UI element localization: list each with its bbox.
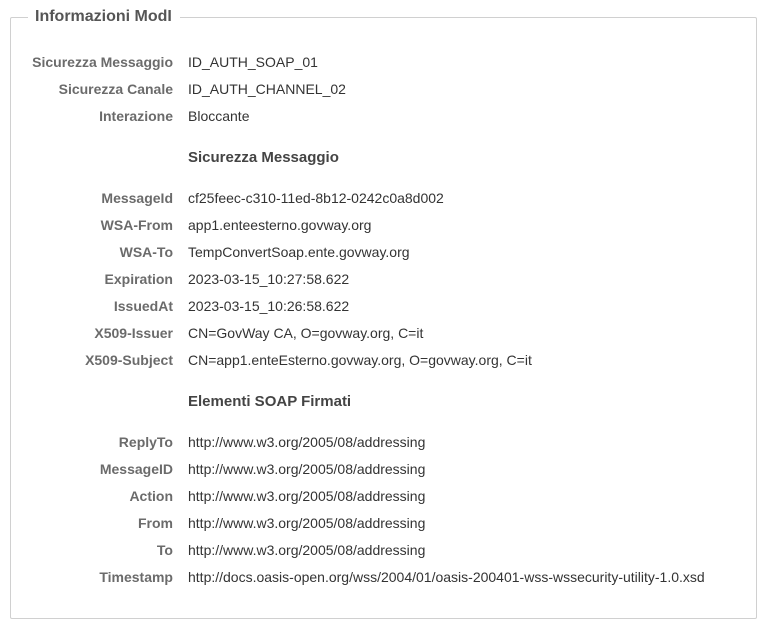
row-label: MessageId	[101, 190, 173, 206]
row-label: WSA-To	[119, 244, 173, 260]
info-row-x509-issuer: X509-Issuer CN=GovWay CA, O=govway.org, …	[0, 323, 771, 343]
section-title-sicurezza-messaggio: Sicurezza Messaggio	[188, 149, 339, 166]
info-row-issuedat: IssuedAt 2023-03-15_10:26:58.622	[0, 296, 771, 316]
info-row-wsa-to: WSA-To TempConvertSoap.ente.govway.org	[0, 242, 771, 262]
info-row-sicurezza-messaggio: Sicurezza Messaggio ID_AUTH_SOAP_01	[0, 52, 771, 72]
info-row-x509-subject: X509-Subject CN=app1.enteEsterno.govway.…	[0, 350, 771, 370]
row-value: http://www.w3.org/2005/08/addressing	[188, 434, 426, 450]
info-row-replyto: ReplyTo http://www.w3.org/2005/08/addres…	[0, 432, 771, 452]
row-label: Timestamp	[99, 569, 173, 585]
info-row-timestamp: Timestamp http://docs.oasis-open.org/wss…	[0, 567, 771, 587]
row-value: ID_AUTH_SOAP_01	[188, 54, 318, 70]
row-label: WSA-From	[100, 217, 173, 233]
row-value: http://www.w3.org/2005/08/addressing	[188, 542, 426, 558]
row-value: http://www.w3.org/2005/08/addressing	[188, 515, 426, 531]
row-value: CN=app1.enteEsterno.govway.org, O=govway…	[188, 352, 532, 368]
row-value: TempConvertSoap.ente.govway.org	[188, 244, 410, 260]
row-label: MessageID	[99, 461, 173, 477]
row-value: http://www.w3.org/2005/08/addressing	[188, 461, 426, 477]
info-row-interazione: Interazione Bloccante	[0, 106, 771, 126]
row-value: cf25feec-c310-11ed-8b12-0242c0a8d002	[188, 190, 444, 206]
row-label: Interazione	[99, 108, 173, 124]
row-label: To	[156, 542, 173, 558]
row-label: ReplyTo	[118, 434, 173, 450]
row-value: 2023-03-15_10:27:58.622	[188, 271, 350, 287]
info-row-messageid-signed: MessageID http://www.w3.org/2005/08/addr…	[0, 459, 771, 479]
info-row-action: Action http://www.w3.org/2005/08/address…	[0, 486, 771, 506]
row-label: Sicurezza Canale	[58, 81, 173, 97]
section-title-elementi-soap-firmati: Elementi SOAP Firmati	[188, 393, 352, 410]
row-label: X509-Subject	[85, 352, 173, 368]
row-value: app1.enteesterno.govway.org	[188, 217, 372, 233]
row-value: ID_AUTH_CHANNEL_02	[188, 81, 346, 97]
info-row-to: To http://www.w3.org/2005/08/addressing	[0, 540, 771, 560]
info-row-sicurezza-canale: Sicurezza Canale ID_AUTH_CHANNEL_02	[0, 79, 771, 99]
info-row-from: From http://www.w3.org/2005/08/addressin…	[0, 513, 771, 533]
info-row-expiration: Expiration 2023-03-15_10:27:58.622	[0, 269, 771, 289]
info-row-messageid: MessageId cf25feec-c310-11ed-8b12-0242c0…	[0, 188, 771, 208]
row-label: Action	[129, 488, 173, 504]
row-label: Expiration	[104, 271, 173, 287]
row-value: Bloccante	[188, 108, 250, 124]
row-label: X509-Issuer	[94, 325, 173, 341]
row-label: From	[138, 515, 173, 531]
panel-title: Informazioni ModI	[28, 6, 180, 28]
row-label: IssuedAt	[113, 298, 173, 314]
row-value: 2023-03-15_10:26:58.622	[188, 298, 350, 314]
row-value: http://www.w3.org/2005/08/addressing	[188, 488, 426, 504]
row-value: CN=GovWay CA, O=govway.org, C=it	[188, 325, 424, 341]
row-label: Sicurezza Messaggio	[32, 54, 173, 70]
info-row-wsa-from: WSA-From app1.enteesterno.govway.org	[0, 215, 771, 235]
row-value: http://docs.oasis-open.org/wss/2004/01/o…	[188, 569, 705, 585]
